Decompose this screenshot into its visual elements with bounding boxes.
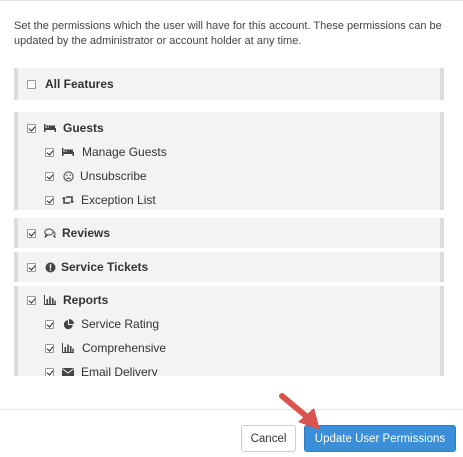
comprehensive-label: Comprehensive <box>82 341 167 355</box>
annotation-arrow-icon <box>279 393 320 430</box>
comprehensive-checkbox[interactable] <box>45 343 54 353</box>
group-reports: Reports Service Rating Comprehensive Ema… <box>14 286 444 376</box>
service-rating-label: Service Rating <box>81 317 160 331</box>
reviews-label: Reviews <box>62 226 111 240</box>
row-reviews[interactable]: Reviews <box>27 223 110 243</box>
retweet-icon <box>62 194 74 206</box>
guests-label: Guests <box>63 121 104 135</box>
comments-icon <box>44 227 56 239</box>
bed-icon <box>44 122 56 134</box>
pie-chart-icon <box>62 318 74 330</box>
bed-icon <box>62 146 74 158</box>
guests-checkbox[interactable] <box>27 123 36 133</box>
unsubscribe-label: Unsubscribe <box>80 169 147 183</box>
service-tickets-label: Service Tickets <box>61 260 149 274</box>
group-guests: Guests Manage Guests Unsubscribe Excepti… <box>14 112 444 210</box>
row-manage-guests[interactable]: Manage Guests <box>45 142 167 162</box>
all-features-checkbox[interactable] <box>27 79 36 89</box>
service-rating-checkbox[interactable] <box>45 319 54 329</box>
email-delivery-checkbox[interactable] <box>45 367 54 376</box>
envelope-icon <box>62 366 74 376</box>
frown-icon <box>62 170 74 182</box>
permissions-list[interactable]: All Features Guests Manage Guests Unsubs… <box>14 68 444 376</box>
row-all-features[interactable]: All Features <box>27 74 114 94</box>
exclamation-circle-icon <box>44 261 56 273</box>
all-features-label: All Features <box>45 77 114 91</box>
service-tickets-checkbox[interactable] <box>27 262 36 272</box>
reviews-checkbox[interactable] <box>27 228 36 238</box>
reports-label: Reports <box>63 293 109 307</box>
row-email-delivery[interactable]: Email Delivery <box>45 362 158 376</box>
row-service-rating[interactable]: Service Rating <box>45 314 159 334</box>
group-all-features: All Features <box>14 68 444 100</box>
exception-list-label: Exception List <box>81 193 156 207</box>
unsubscribe-checkbox[interactable] <box>45 171 54 181</box>
exception-list-checkbox[interactable] <box>45 195 54 205</box>
modal-body: Set the permissions which the user will … <box>0 0 463 410</box>
group-reviews: Reviews <box>14 218 444 248</box>
email-delivery-label: Email Delivery <box>81 365 158 376</box>
row-comprehensive[interactable]: Comprehensive <box>45 338 166 358</box>
permissions-description: Set the permissions which the user will … <box>14 20 442 47</box>
row-guests[interactable]: Guests <box>27 118 104 138</box>
row-reports[interactable]: Reports <box>27 290 108 310</box>
manage-guests-checkbox[interactable] <box>45 147 54 157</box>
bar-chart-icon <box>62 342 74 354</box>
reports-checkbox[interactable] <box>27 295 36 305</box>
row-exception-list[interactable]: Exception List <box>45 190 156 210</box>
row-unsubscribe[interactable]: Unsubscribe <box>45 166 147 186</box>
bar-chart-icon <box>44 294 56 306</box>
manage-guests-label: Manage Guests <box>82 145 167 159</box>
row-service-tickets[interactable]: Service Tickets <box>27 257 148 277</box>
top-divider <box>0 0 463 4</box>
group-service-tickets: Service Tickets <box>14 252 444 282</box>
